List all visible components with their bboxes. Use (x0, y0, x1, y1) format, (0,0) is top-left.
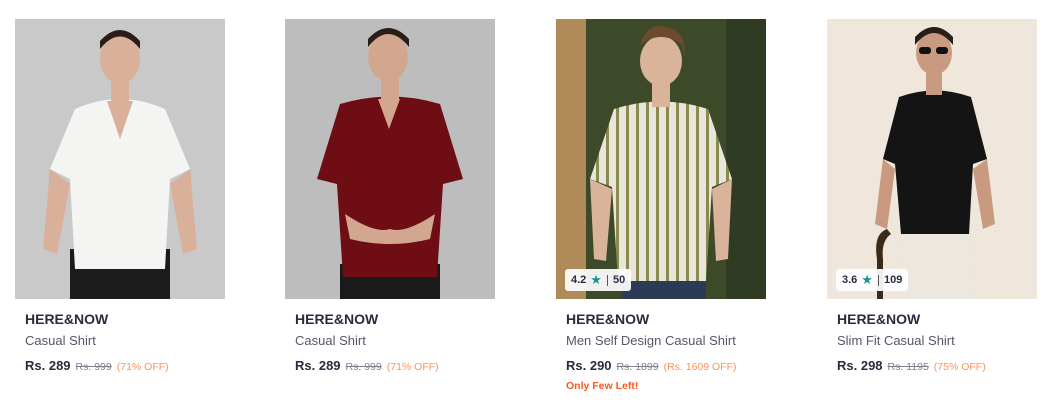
product-grid: HERE&NOW Casual Shirt Rs. 289 Rs. 999 (7… (0, 0, 1063, 405)
product-photo-white-shirt (15, 19, 225, 299)
product-price: Rs. 289 (25, 358, 71, 373)
product-brand: HERE&NOW (837, 311, 921, 327)
product-mrp: Rs. 1899 (616, 361, 659, 373)
product-brand: HERE&NOW (566, 311, 650, 327)
product-image[interactable]: 4.2 ★ 50 (556, 19, 766, 299)
rating-divider (606, 274, 608, 286)
product-card[interactable]: 4.2 ★ 50 HERE&NOW Men Self Design Casual… (556, 19, 766, 392)
price-row: Rs. 289 Rs. 999 (71% OFF) (25, 358, 215, 373)
rating-score: 4.2 (571, 274, 587, 286)
product-mrp: Rs. 999 (345, 361, 382, 373)
price-row: Rs. 298 Rs. 1195 (75% OFF) (837, 358, 1027, 373)
product-photo-black-shirt (827, 19, 1037, 299)
product-discount: (71% OFF) (386, 361, 439, 373)
product-photo-striped-shirt (556, 19, 766, 299)
price-row: Rs. 289 Rs. 999 (71% OFF) (295, 358, 485, 373)
product-mrp: Rs. 999 (75, 361, 112, 373)
product-brand: HERE&NOW (295, 311, 379, 327)
product-image[interactable] (15, 19, 225, 299)
star-icon: ★ (861, 272, 873, 287)
product-mrp: Rs. 1195 (887, 361, 929, 373)
product-price: Rs. 298 (837, 358, 883, 373)
rating-score: 3.6 (842, 274, 858, 286)
product-name: Men Self Design Casual Shirt (566, 333, 736, 348)
product-card[interactable]: HERE&NOW Casual Shirt Rs. 289 Rs. 999 (7… (15, 19, 225, 373)
rating-badge: 3.6 ★ 109 (836, 269, 909, 291)
star-icon: ★ (590, 272, 602, 287)
product-card[interactable]: 3.6 ★ 109 HERE&NOW Slim Fit Casual Shirt… (827, 19, 1037, 373)
rating-divider (877, 274, 879, 286)
stock-note: Only Few Left! (566, 380, 639, 392)
product-brand: HERE&NOW (25, 311, 109, 327)
product-discount: (71% OFF) (116, 361, 169, 373)
price-row: Rs. 290 Rs. 1899 (Rs. 1609 OFF) (566, 358, 756, 373)
product-discount: (Rs. 1609 OFF) (663, 361, 737, 373)
product-discount: (75% OFF) (933, 361, 986, 373)
product-image[interactable] (285, 19, 495, 299)
product-photo-maroon-shirt (285, 19, 495, 299)
rating-count: 50 (612, 274, 626, 286)
product-price: Rs. 290 (566, 358, 612, 373)
product-price: Rs. 289 (295, 358, 341, 373)
rating-count: 109 (883, 274, 903, 286)
rating-badge: 4.2 ★ 50 (565, 269, 632, 291)
product-name: Casual Shirt (25, 333, 96, 348)
product-card[interactable]: HERE&NOW Casual Shirt Rs. 289 Rs. 999 (7… (285, 19, 495, 373)
product-image[interactable]: 3.6 ★ 109 (827, 19, 1037, 299)
product-name: Slim Fit Casual Shirt (837, 333, 955, 348)
product-name: Casual Shirt (295, 333, 366, 348)
